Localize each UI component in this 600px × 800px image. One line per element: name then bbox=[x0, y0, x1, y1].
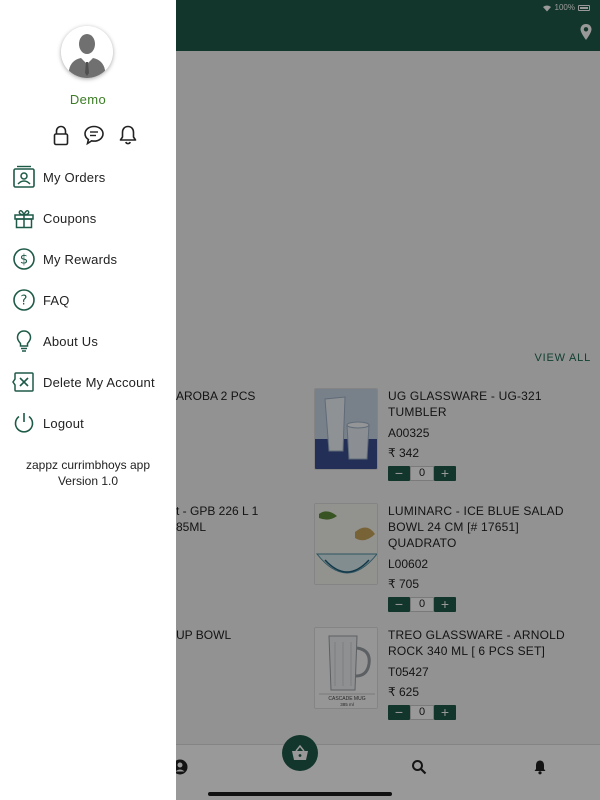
user-avatar-icon bbox=[61, 26, 113, 78]
app-info: zappz currimbhoys app Version 1.0 bbox=[0, 457, 176, 489]
dollar-icon: $ bbox=[13, 248, 35, 270]
quick-actions bbox=[50, 124, 142, 148]
bell-icon[interactable] bbox=[117, 124, 139, 146]
chat-icon[interactable] bbox=[83, 124, 105, 146]
menu-item-my-orders[interactable]: My Orders bbox=[12, 164, 176, 190]
menu-item-delete-account[interactable]: Delete My Account bbox=[12, 369, 176, 395]
menu-item-my-rewards[interactable]: $ My Rewards bbox=[12, 246, 176, 272]
menu-item-logout[interactable]: Logout bbox=[12, 410, 176, 436]
navigation-drawer: Demo My Orders Coupons $ My Rewards ? FA… bbox=[0, 0, 176, 800]
svg-text:?: ? bbox=[21, 294, 28, 309]
app-name: zappz currimbhoys app bbox=[25, 458, 151, 472]
lightbulb-icon bbox=[16, 330, 32, 352]
home-indicator bbox=[208, 792, 392, 796]
power-icon bbox=[14, 413, 34, 433]
svg-text:$: $ bbox=[20, 253, 28, 268]
delete-account-icon bbox=[12, 372, 34, 392]
orders-icon bbox=[13, 165, 35, 188]
lock-icon[interactable] bbox=[50, 124, 72, 146]
menu-item-faq[interactable]: ? FAQ bbox=[12, 287, 176, 313]
menu-item-coupons[interactable]: Coupons bbox=[12, 205, 176, 231]
question-icon: ? bbox=[13, 289, 35, 311]
menu-item-label: About Us bbox=[43, 333, 99, 349]
user-name: Demo bbox=[69, 92, 107, 107]
menu-item-label: Logout bbox=[43, 415, 84, 431]
menu-item-label: Delete My Account bbox=[43, 374, 155, 390]
menu-item-label: Coupons bbox=[43, 210, 97, 226]
menu-item-label: My Orders bbox=[43, 169, 106, 185]
menu-item-about-us[interactable]: About Us bbox=[12, 328, 176, 354]
app-version: Version 1.0 bbox=[57, 474, 119, 488]
menu-item-label: FAQ bbox=[43, 292, 70, 308]
gift-icon bbox=[14, 210, 34, 229]
menu-item-label: My Rewards bbox=[43, 251, 118, 267]
avatar[interactable] bbox=[61, 26, 113, 78]
